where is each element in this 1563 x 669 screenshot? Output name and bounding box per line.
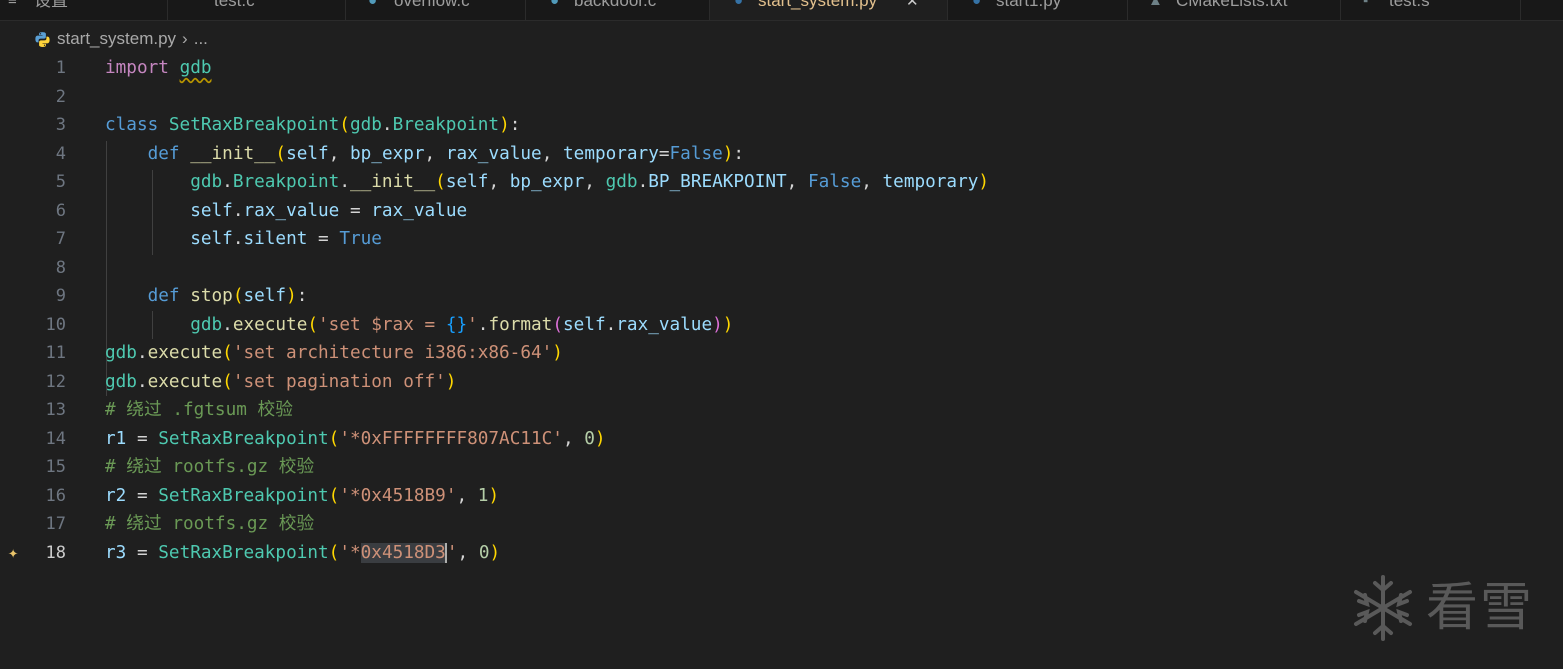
settings-icon: ≡ [8, 0, 17, 9]
code-text: def __init__(self, bp_expr, rax_value, t… [147, 143, 745, 164]
code-text: self.rax_value = rax_value [190, 200, 468, 221]
code-line[interactable]: 4 def __init__(self, bp_expr, rax_value,… [0, 140, 1563, 168]
line-number: 10 [45, 314, 66, 335]
breadcrumb-symbols[interactable]: ... [194, 29, 208, 49]
tab-settings[interactable]: ≡ 设置 [0, 0, 168, 20]
code-editor[interactable]: 1 import gdb 2 3 class SetRaxBreakpoint(… [0, 54, 1563, 669]
watermark: 看雪 [1350, 570, 1550, 645]
c-file-icon: ● [368, 0, 378, 9]
editor-tab-bar: ≡ 设置 ● test.c ● overflow.c ● backdoor.c … [0, 0, 1563, 21]
tab-label: CMakeLists.txt [1176, 0, 1288, 10]
close-icon[interactable]: ✕ [906, 0, 919, 10]
line-number: 5 [55, 172, 66, 192]
c-file-icon: ● [550, 0, 560, 9]
tab-label: 设置 [34, 0, 68, 10]
tab-test-s[interactable]: ▪ test.s [1341, 0, 1521, 20]
code-text: self.silent = True [190, 229, 382, 249]
tab-label: test.c [214, 0, 255, 10]
line-number: 4 [55, 143, 66, 164]
line-number: 17 [45, 514, 66, 534]
code-text: gdb.execute('set $rax = {}'.format(self.… [190, 314, 734, 335]
watermark-text: 看雪 [1426, 577, 1535, 638]
python-file-icon [35, 31, 50, 47]
python-file-icon: ● [734, 0, 744, 9]
line-number: 12 [45, 371, 66, 392]
code-comment: # 绕过 rootfs.gz 校验 [105, 514, 315, 534]
code-line[interactable]: 8 [0, 254, 1563, 282]
tab-test-c[interactable]: ● test.c [168, 0, 346, 20]
code-comment: # 绕过 .fgtsum 校验 [105, 400, 293, 420]
code-text: def stop(self): [147, 286, 308, 306]
tab-start-system-py[interactable]: ● start_system.py ✕ [710, 0, 948, 20]
tab-label: test.s [1389, 0, 1430, 10]
code-line[interactable]: 15 # 绕过 rootfs.gz 校验 [0, 453, 1563, 481]
line-number: 15 [45, 457, 66, 477]
tab-backdoor-c[interactable]: ● backdoor.c [526, 0, 710, 20]
line-number: 11 [45, 343, 66, 363]
python-file-icon: ● [972, 0, 982, 9]
code-text: r1 = SetRaxBreakpoint('*0xFFFFFFFF807AC1… [105, 428, 606, 449]
breadcrumb-file[interactable]: start_system.py [57, 29, 176, 49]
code-line-current[interactable]: ✦ 18 r3 = SetRaxBreakpoint('*0x4518D3', … [0, 539, 1563, 567]
code-line[interactable]: 6 self.rax_value = rax_value [0, 197, 1563, 225]
code-text: import gdb [105, 58, 212, 78]
line-number: 8 [55, 257, 66, 278]
line-number: 6 [55, 200, 66, 221]
line-number: 2 [55, 86, 66, 107]
code-line[interactable]: 12 gdb.execute('set pagination off') [0, 368, 1563, 396]
tab-label: start_system.py [758, 0, 878, 10]
line-number: 16 [45, 485, 66, 506]
code-text: r3 = SetRaxBreakpoint('*0x4518D3', 0) [105, 542, 501, 563]
code-text: r2 = SetRaxBreakpoint('*0x4518B9', 1) [105, 485, 500, 506]
code-comment: # 绕过 rootfs.gz 校验 [105, 457, 315, 477]
code-line[interactable]: 7 self.silent = True [0, 225, 1563, 253]
tab-label: backdoor.c [574, 0, 657, 10]
asm-file-icon: ▪ [1363, 0, 1369, 9]
code-line[interactable]: 10 gdb.execute('set $rax = {}'.format(se… [0, 311, 1563, 339]
code-line[interactable]: 1 import gdb [0, 54, 1563, 82]
tab-label: start1.py [996, 0, 1062, 10]
chevron-right-icon: › [182, 29, 188, 48]
line-number: 18 [45, 542, 66, 563]
code-text: gdb.execute('set pagination off') [105, 371, 457, 392]
code-line[interactable]: 13 # 绕过 .fgtsum 校验 [0, 396, 1563, 424]
code-text: class SetRaxBreakpoint(gdb.Breakpoint): [105, 115, 521, 135]
line-number: 13 [45, 400, 66, 420]
code-line[interactable]: 14 r1 = SetRaxBreakpoint('*0xFFFFFFFF807… [0, 425, 1563, 453]
code-line[interactable]: 11 gdb.execute('set architecture i386:x8… [0, 339, 1563, 367]
line-number: 7 [55, 229, 66, 249]
code-line[interactable]: 2 [0, 83, 1563, 111]
line-number: 14 [45, 428, 66, 449]
code-line[interactable]: 17 # 绕过 rootfs.gz 校验 [0, 510, 1563, 538]
line-number: 9 [55, 286, 66, 306]
cmake-file-icon: ▲ [1148, 0, 1163, 9]
code-line[interactable]: 16 r2 = SetRaxBreakpoint('*0x4518B9', 1) [0, 482, 1563, 510]
text-selection[interactable]: 0x4518D3 [360, 542, 446, 563]
line-number: 3 [55, 115, 66, 135]
line-number: 1 [55, 58, 66, 78]
snowflake-logo-icon [1354, 574, 1412, 641]
tab-cmakelists[interactable]: ▲ CMakeLists.txt [1128, 0, 1341, 20]
tab-label: overflow.c [394, 0, 470, 10]
code-text: gdb.execute('set architecture i386:x86-6… [105, 343, 563, 363]
code-text: gdb.Breakpoint.__init__(self, bp_expr, g… [190, 172, 990, 192]
code-line[interactable]: 9 def stop(self): [0, 282, 1563, 310]
breadcrumb: start_system.py › ... [34, 28, 208, 50]
code-line[interactable]: 3 class SetRaxBreakpoint(gdb.Breakpoint)… [0, 111, 1563, 139]
tab-overflow-c[interactable]: ● overflow.c [346, 0, 526, 20]
code-line[interactable]: 5 gdb.Breakpoint.__init__(self, bp_expr,… [0, 168, 1563, 196]
tab-start1-py[interactable]: ● start1.py [948, 0, 1128, 20]
